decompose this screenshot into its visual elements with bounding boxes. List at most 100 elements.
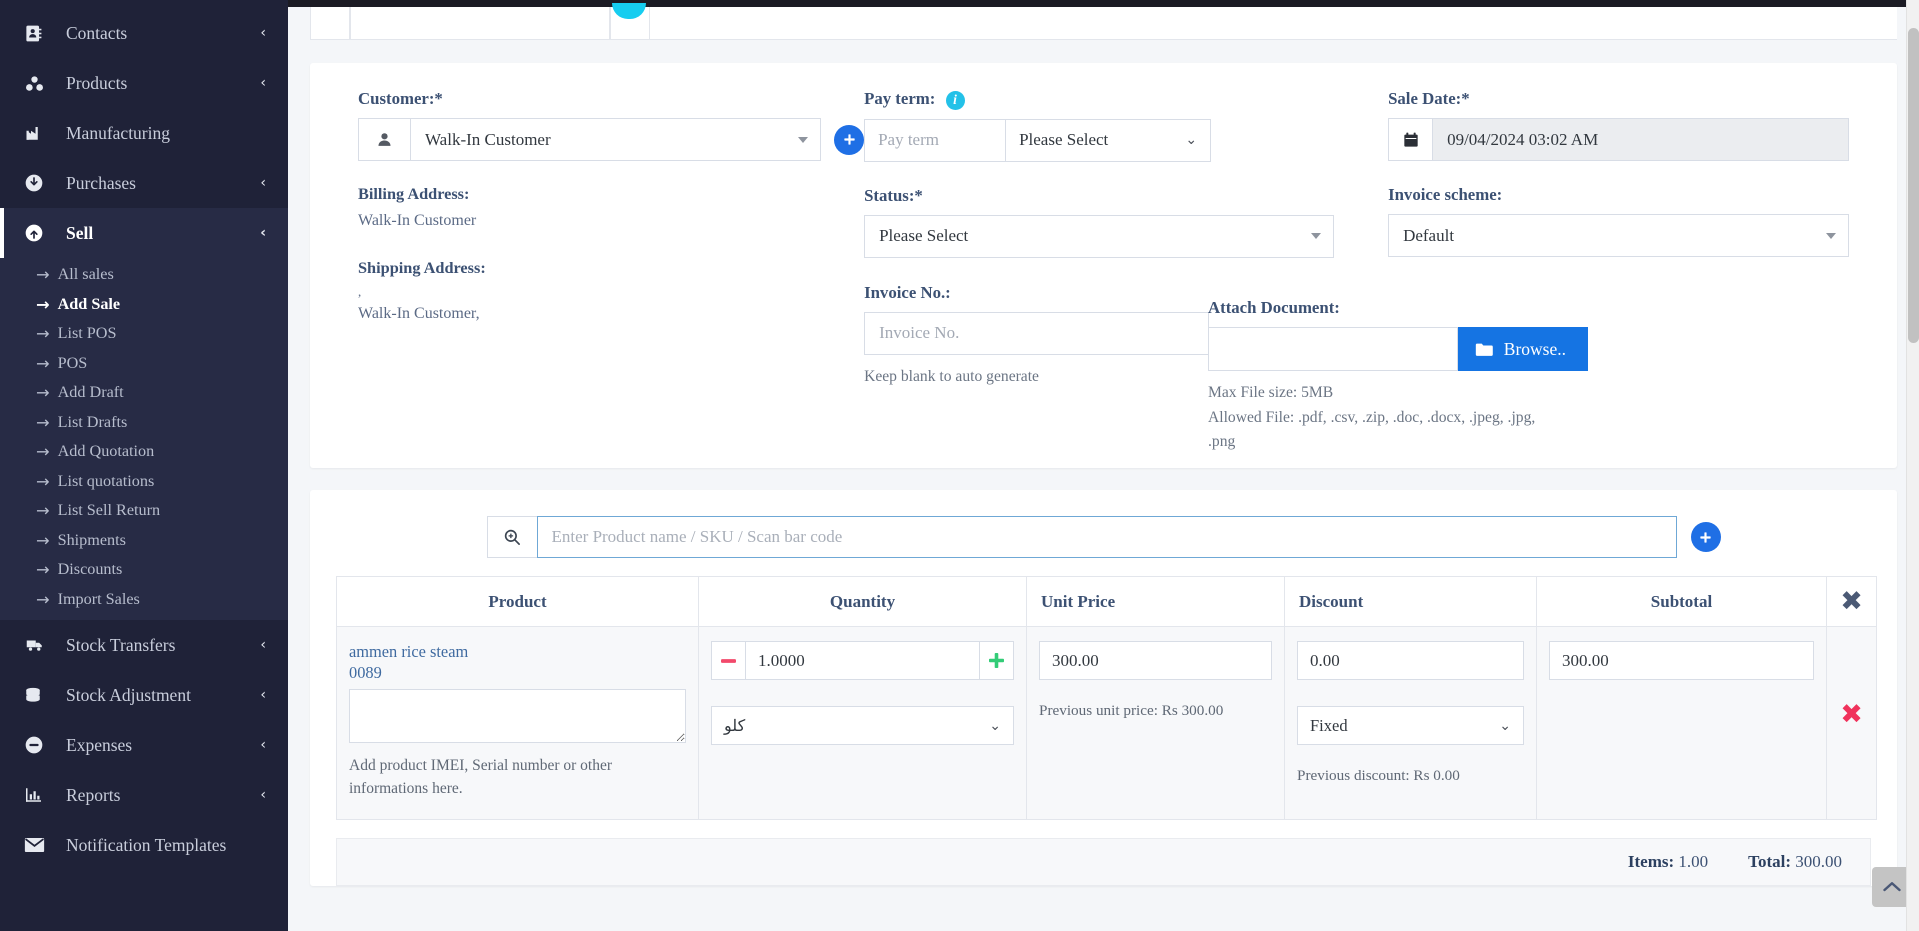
sidebar-item-label: Stock Transfers [66, 634, 176, 655]
caret-down-icon [1826, 232, 1836, 239]
billing-address-label: Billing Address: [358, 184, 470, 203]
quantity-increase-button[interactable] [980, 641, 1014, 680]
sidebar-subitem-add-draft[interactable]: → Add Draft [0, 378, 288, 408]
sidebar-item-sell[interactable]: Sell ‹ [0, 208, 288, 258]
delete-row-icon[interactable]: ✖ [1840, 699, 1863, 730]
billing-address-value: Walk-In Customer [358, 212, 477, 229]
sidebar-subitem-discounts[interactable]: → Discounts [0, 555, 288, 585]
sidebar-item-stock-transfers[interactable]: Stock Transfers ‹ [0, 620, 288, 670]
discount-type-select[interactable]: Fixed ⌄ [1297, 706, 1524, 745]
totals-row: Items: 1.00 Total: 300.00 [336, 837, 1871, 886]
pay-term-input[interactable]: Pay term [864, 118, 1007, 162]
quantity-input[interactable] [745, 641, 980, 680]
items-value: 1.00 [1678, 851, 1709, 871]
sidebar-subitem-label: Add Sale [57, 294, 121, 313]
sidebar-subitem-list-pos[interactable]: → List POS [0, 319, 288, 349]
add-product-button[interactable] [1690, 522, 1721, 552]
products-table: Product Quantity Unit Price Discount Sub… [336, 576, 1877, 820]
cell-remove-row[interactable]: ✖ [1826, 626, 1877, 820]
pay-term-placeholder-text: Pay term [878, 130, 939, 150]
discount-input[interactable] [1297, 641, 1524, 680]
invoice-no-input[interactable] [864, 311, 1210, 355]
cell-quantity: كلو ⌄ [698, 626, 1027, 820]
pay-term-label-text: Pay term: [864, 89, 936, 108]
sidebar-subitem-list-sell-return[interactable]: → List Sell Return [0, 496, 288, 526]
shipping-address-line2: Walk-In Customer, [358, 305, 480, 323]
sidebar-item-manufacturing[interactable]: Manufacturing [0, 108, 288, 158]
scrollbar-thumb[interactable] [1908, 28, 1919, 343]
sidebar-subitem-list-drafts[interactable]: → List Drafts [0, 408, 288, 438]
sidebar-subitem-add-quotation[interactable]: → Add Quotation [0, 437, 288, 467]
sale-date-value[interactable]: 09/04/2024 03:02 AM [1432, 118, 1849, 161]
sidebar-item-purchases[interactable]: Purchases ‹ [0, 158, 288, 208]
sidebar-subitem-all-sales[interactable]: → All sales [0, 260, 288, 290]
sidebar-item-label: Reports [66, 784, 121, 805]
arrow-right-icon: → [36, 324, 50, 344]
cyan-badge-icon [612, 2, 646, 19]
status-label: Status:* [864, 185, 923, 205]
sidebar-item-label: Purchases [66, 172, 136, 193]
product-search-input[interactable] [536, 516, 1677, 558]
arrow-right-icon: → [36, 412, 50, 432]
product-imei-textarea[interactable] [349, 689, 686, 744]
sale-info-card: Customer:* Walk-In Customer Billing Addr… [310, 63, 1897, 468]
sell-submenu: → All sales → Add Sale → List POS → POS … [0, 258, 288, 620]
sidebar-item-products[interactable]: Products ‹ [0, 58, 288, 108]
file-input-group: Browse.. [1208, 327, 1588, 371]
remove-all-rows-button[interactable]: ✖ [1826, 576, 1877, 627]
arrow-right-icon: → [36, 589, 50, 609]
contacts-icon [24, 24, 54, 43]
sidebar-subitem-add-sale[interactable]: → Add Sale [0, 290, 288, 320]
sidebar-item-stock-adjustment[interactable]: Stock Adjustment ‹ [0, 670, 288, 720]
database-icon [24, 686, 54, 705]
subtotal-input[interactable] [1549, 641, 1814, 680]
caret-down-icon [798, 136, 809, 143]
products-icon [24, 74, 54, 93]
sell-icon [24, 223, 54, 243]
pay-term-period-select[interactable]: Please Select ⌄ [1006, 118, 1212, 162]
customer-select[interactable]: Walk-In Customer [410, 118, 822, 161]
browse-button[interactable]: Browse.. [1457, 327, 1588, 371]
quantity-decrease-button[interactable] [711, 641, 745, 680]
unit-price-input[interactable] [1039, 641, 1272, 680]
sidebar-subitem-label: Discounts [57, 560, 123, 579]
sidebar-item-notification-templates[interactable]: Notification Templates [0, 820, 288, 870]
sidebar-subitem-list-quotations[interactable]: → List quotations [0, 467, 288, 497]
info-icon[interactable]: i [945, 90, 965, 110]
sidebar-item-reports[interactable]: Reports ‹ [0, 770, 288, 820]
customer-column: Customer:* Walk-In Customer Billing Addr… [358, 89, 865, 388]
vertical-scrollbar[interactable] [1906, 0, 1919, 931]
total-label: Total: [1748, 851, 1791, 871]
column-header-subtotal: Subtotal [1536, 576, 1827, 627]
sidebar-subitem-label: Add Draft [57, 383, 124, 402]
sidebar-item-label: Stock Adjustment [66, 684, 191, 705]
customer-selected-value: Walk-In Customer [425, 129, 551, 149]
arrow-right-icon: → [36, 501, 50, 521]
sidebar-subitem-shipments[interactable]: → Shipments [0, 526, 288, 556]
cell-product: ammen rice steam 0089 Add product IMEI, … [336, 626, 699, 820]
invoice-scheme-label: Invoice scheme: [1388, 185, 1503, 204]
unit-value: كلو [724, 717, 746, 735]
sidebar-item-contacts[interactable]: Contacts ‹ [0, 8, 288, 58]
chevron-left-icon: ‹ [260, 225, 266, 241]
minus-circle-icon [24, 735, 54, 755]
sidebar-subitem-label: Shipments [57, 530, 126, 549]
product-sku: 0089 [349, 663, 382, 683]
search-icon [486, 516, 537, 558]
unit-select[interactable]: كلو ⌄ [711, 706, 1014, 745]
sidebar-item-expenses[interactable]: Expenses ‹ [0, 720, 288, 770]
status-select[interactable]: Please Select [864, 214, 1335, 258]
invoice-scheme-value: Default [1403, 225, 1455, 245]
cell-subtotal [1536, 626, 1827, 820]
invoice-no-label: Invoice No.: [864, 282, 951, 302]
user-icon [358, 118, 410, 161]
partial-cell-accent [610, 2, 650, 40]
previous-discount-note: Previous discount: Rs 0.00 [1297, 767, 1460, 784]
add-customer-button[interactable] [834, 124, 865, 155]
sidebar-subitem-pos[interactable]: → POS [0, 349, 288, 379]
file-path-display[interactable] [1208, 327, 1458, 371]
grand-total: Total: 300.00 [1748, 852, 1842, 872]
caret-down-icon [1311, 233, 1322, 240]
sidebar-subitem-import-sales[interactable]: → Import Sales [0, 585, 288, 615]
invoice-scheme-select[interactable]: Default [1388, 214, 1849, 257]
